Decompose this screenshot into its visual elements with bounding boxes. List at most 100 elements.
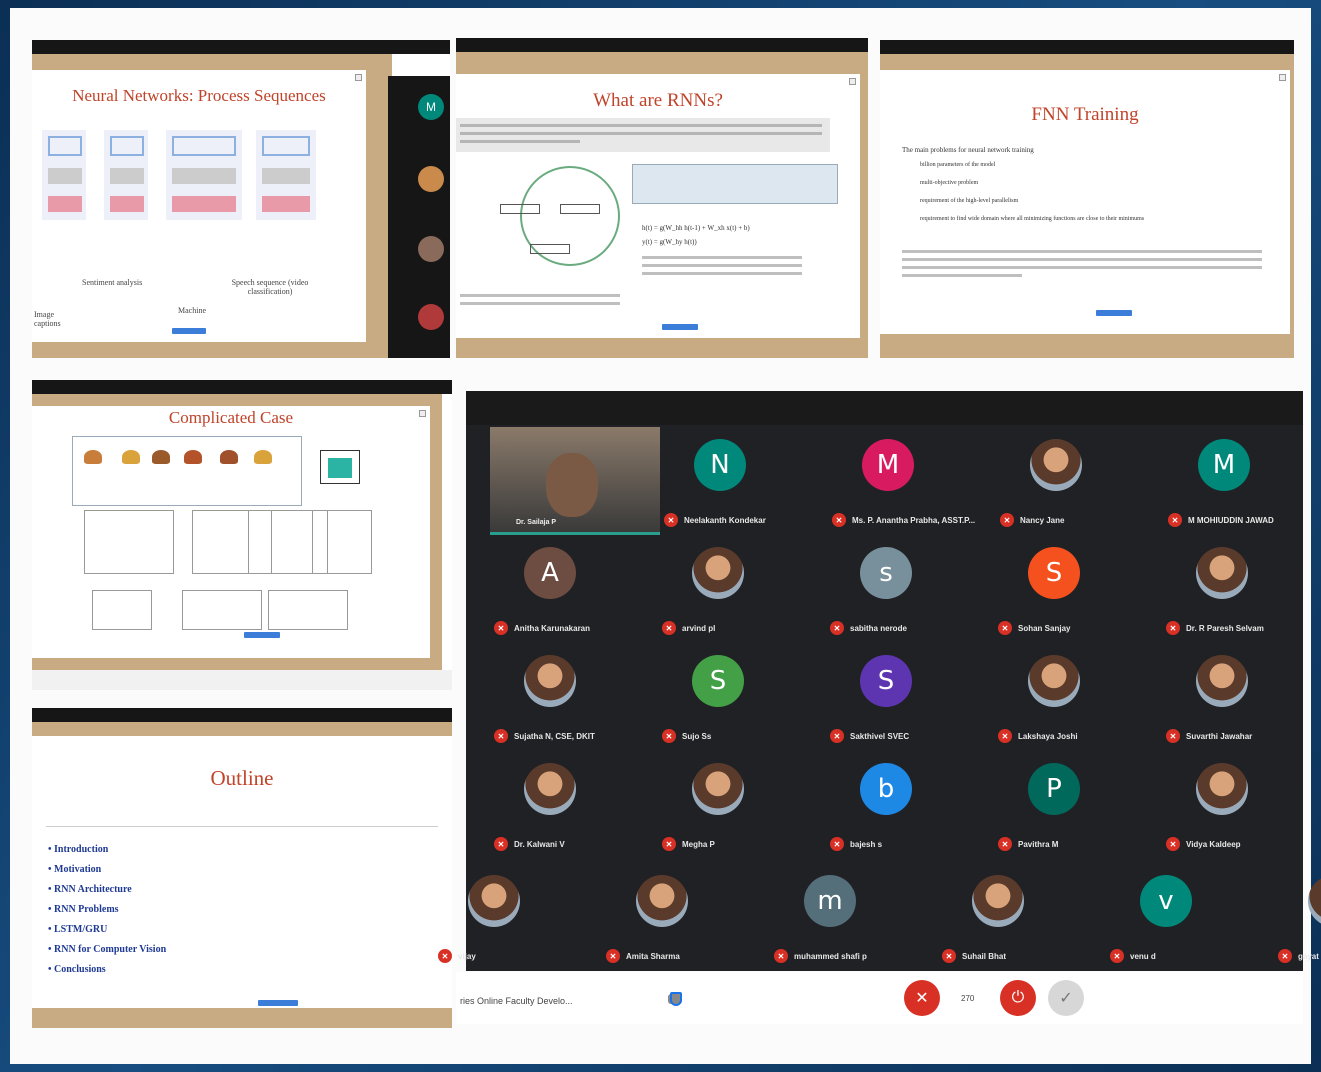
fullscreen-icon[interactable]: [849, 78, 856, 85]
participant-nameplate: ✕ gayat: [1278, 949, 1319, 963]
participant-tile[interactable]: s ✕ sabitha nerode: [802, 535, 970, 643]
bullet-main: The main problems for neural network tra…: [902, 146, 1034, 154]
participant-name: M MOHIUDDIN JAWAD: [1188, 515, 1274, 525]
participant-tile[interactable]: ✕ Suvarthi Jawahar: [1138, 643, 1306, 751]
mic-off-button[interactable]: ✕: [904, 980, 940, 1016]
sub-bullet: multi-objective problem: [920, 180, 979, 186]
window-titlebar: [32, 40, 450, 54]
outline-item: • RNN Problems: [48, 904, 119, 915]
participant-tile[interactable]: ✕ Amita Sharma: [578, 863, 746, 971]
diagram-label: Sentiment analysis: [82, 278, 143, 287]
slide-title: FNN Training: [1031, 104, 1139, 125]
mic-off-icon: ✕: [998, 837, 1012, 851]
page-indicator: [662, 324, 698, 330]
participant-tile[interactable]: ✕ Megha P: [634, 751, 802, 859]
participant-tile[interactable]: ✕ Lakshaya Joshi: [970, 643, 1138, 751]
window-titlebar: [32, 708, 452, 722]
participant-tile[interactable]: M ✕ M MOHIUDDIN JAWAD: [1140, 427, 1308, 535]
outline-item: • Motivation: [48, 864, 102, 875]
meeting-controls-bar: ries Online Faculty Develo... ✕ 270 ⏻ ✓: [456, 972, 1303, 1024]
diagram-label: Speech sequence (video classification): [231, 278, 309, 296]
participant-nameplate: ✕ Megha P: [662, 837, 715, 851]
fullscreen-icon[interactable]: [355, 74, 362, 81]
avatar: b: [860, 763, 912, 815]
participant-tile[interactable]: ✕ Dr. Kalwani V: [466, 751, 634, 859]
mic-off-icon: ✕: [664, 513, 678, 527]
avatar: M: [418, 94, 444, 120]
participant-tile[interactable]: v ✕ venu d: [1082, 863, 1250, 971]
slide-title: Neural Networks: Process Sequences: [72, 86, 326, 105]
camera-off-button[interactable]: ✓: [1048, 980, 1084, 1016]
avatar: [972, 875, 1024, 927]
avatar: [418, 304, 444, 330]
outline-item: • Introduction: [48, 844, 109, 855]
participant-nameplate: ✕ Dr. R Paresh Selvam: [1166, 621, 1264, 635]
participant-nameplate: ✕ arvind pl: [662, 621, 715, 635]
slide: Neural Networks: Process Sequences Senti…: [32, 70, 366, 342]
participant-tile[interactable]: ✕ Sujatha N, CSE, DKIT: [466, 643, 634, 751]
avatar: [524, 763, 576, 815]
participant-tile[interactable]: A ✕ Anitha Karunakaran: [466, 535, 634, 643]
participant-nameplate: ✕ Suhail Bhat: [942, 949, 1006, 963]
slide: What are RNNs? h(t) = g(W_hh h(t-1) + W_…: [456, 74, 860, 338]
participant-nameplate: ✕ muhammed shafi p: [774, 949, 867, 963]
avatar: v: [1140, 875, 1192, 927]
mic-off-icon: ✕: [606, 949, 620, 963]
participant-name: Neelakanth Kondekar: [684, 515, 766, 525]
participant-tile[interactable]: S ✕ Sujo Ss: [634, 643, 802, 751]
slide: Complicated Case: [32, 406, 430, 658]
avatar: [692, 763, 744, 815]
sub-bullet: billion parameters of the model: [920, 162, 996, 168]
avatar: [418, 166, 444, 192]
mic-off-icon: ✕: [494, 729, 508, 743]
avatar: [1030, 439, 1082, 491]
mic-off-icon: ✕: [438, 949, 452, 963]
fullscreen-icon[interactable]: [1279, 74, 1286, 81]
meeting-title: ries Online Faculty Develo...: [460, 996, 573, 1006]
outline-item: • Conclusions: [48, 964, 106, 975]
participant-name: Sakthivel SVEC: [850, 731, 910, 741]
participant-tile[interactable]: M ✕ Ms. P. Anantha Prabha, ASST.P...: [804, 427, 975, 535]
equation: h(t) = g(W_hh h(t-1) + W_xh x(t) + b): [642, 224, 750, 232]
participant-tile[interactable]: ✕ gayat: [1250, 863, 1321, 971]
participant-nameplate: ✕ Sujo Ss: [662, 729, 711, 743]
participant-tile[interactable]: m ✕ muhammed shafi p: [746, 863, 914, 971]
mic-off-icon: ✕: [1166, 729, 1180, 743]
participant-name: Sujatha N, CSE, DKIT: [514, 731, 595, 741]
participant-name: bajesh s: [850, 839, 883, 849]
participant-name: Suvarthi Jawahar: [1186, 731, 1253, 741]
participant-tile[interactable]: ✕ arvind pl: [634, 535, 802, 643]
participant-tile[interactable]: ✕ Suhail Bhat: [914, 863, 1082, 971]
avatar: [636, 875, 688, 927]
end-call-button[interactable]: ⏻: [1000, 980, 1036, 1016]
participants-strip: M: [388, 76, 450, 358]
participant-name: sabitha nerode: [850, 623, 907, 633]
avatar: A: [524, 547, 576, 599]
participant-tile[interactable]: S ✕ Sohan Sanjay: [970, 535, 1138, 643]
participant-tile[interactable]: P ✕ Pavithra M: [970, 751, 1138, 859]
participant-tile[interactable]: ✕ Dr. R Paresh Selvam: [1138, 535, 1306, 643]
fullscreen-icon[interactable]: [419, 410, 426, 417]
participant-tile[interactable]: S ✕ Sakthivel SVEC: [802, 643, 970, 751]
participant-tile[interactable]: ✕ Vidya Kaldeep: [1138, 751, 1306, 859]
participant-name: muhammed shafi p: [794, 951, 867, 961]
window-titlebar: [880, 40, 1294, 54]
participant-nameplate: ✕ Pavithra M: [998, 837, 1058, 851]
participant-name: Dr. R Paresh Selvam: [1186, 623, 1264, 633]
participant-tile[interactable]: b ✕ bajesh s: [802, 751, 970, 859]
window-titlebar: [32, 380, 452, 394]
participant-nameplate: ✕ Vidya Kaldeep: [1166, 837, 1241, 851]
avatar: S: [860, 655, 912, 707]
avatar: S: [1028, 547, 1080, 599]
participant-tile[interactable]: N ✕ Neelakanth Kondekar: [636, 427, 804, 535]
shield-icon[interactable]: [670, 992, 682, 1006]
participant-tile[interactable]: ✕ vijay: [410, 863, 578, 971]
mic-off-icon: ✕: [774, 949, 788, 963]
green-cube-icon: [328, 458, 352, 478]
diagram-label: Machine: [178, 306, 206, 315]
speaker-tile[interactable]: Dr. Sailaja P: [490, 427, 660, 535]
participant-name: vijay: [458, 951, 476, 961]
participant-tile[interactable]: ✕ Nancy Jane: [972, 427, 1140, 535]
participant-name: Sohan Sanjay: [1018, 623, 1071, 633]
avatar: [1308, 875, 1321, 927]
